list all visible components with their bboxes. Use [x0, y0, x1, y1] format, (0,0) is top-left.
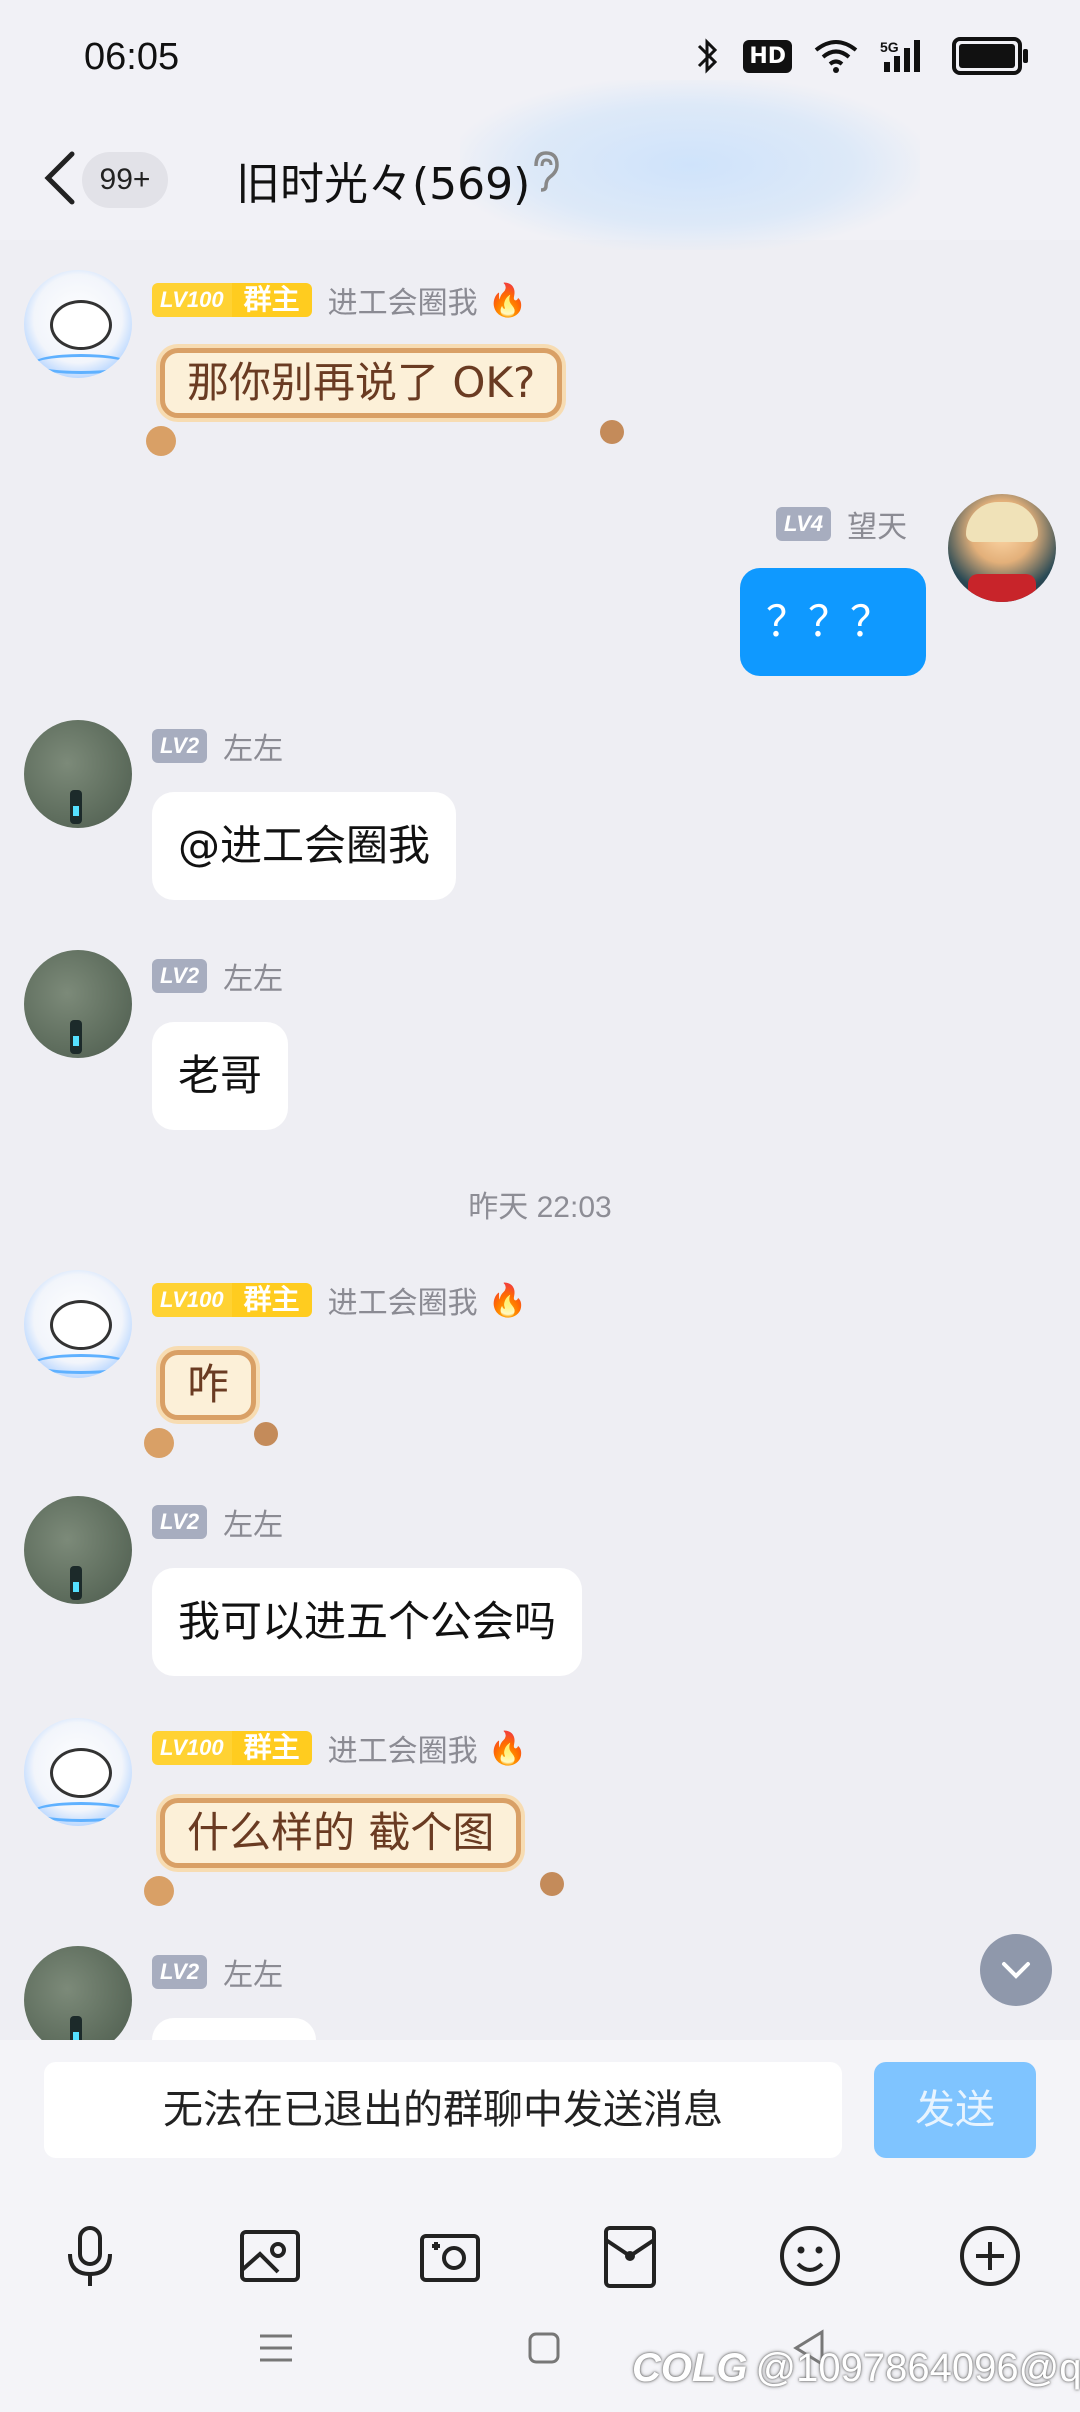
sender-meta: LV2 左左: [152, 724, 283, 768]
sender-name[interactable]: 望天: [847, 502, 907, 546]
message-bubble[interactable]: ？？？: [740, 568, 926, 676]
status-icons: HD 5G: [695, 36, 1028, 76]
level-badge: LV100: [152, 1283, 232, 1317]
sender-name[interactable]: 左左: [223, 724, 283, 768]
sender-name[interactable]: 左左: [223, 954, 283, 998]
sender-meta: LV2 左左: [152, 1500, 283, 1544]
group-title[interactable]: 旧时光々(569): [236, 148, 530, 212]
image-icon[interactable]: [234, 2220, 306, 2292]
message-bubble[interactable]: 咋: [160, 1350, 257, 1420]
back-button[interactable]: [38, 148, 82, 208]
watermark: COLG @1097864096@q: [632, 2346, 1080, 2390]
message-text: @进工会圈我: [178, 821, 431, 870]
message-bubble[interactable]: [152, 2018, 316, 2040]
emoji-icon[interactable]: [774, 2220, 846, 2292]
fire-icon: 🔥: [487, 1281, 528, 1319]
unread-badge[interactable]: 99+: [82, 152, 168, 208]
ear-icon[interactable]: [530, 150, 560, 202]
bear-decoration-icon: [540, 1872, 564, 1896]
sender-name[interactable]: 左左: [223, 1950, 283, 1994]
sender-name[interactable]: 进工会圈我: [328, 1278, 478, 1322]
chevron-down-icon: [1002, 1962, 1030, 1979]
bluetooth-icon: [695, 36, 721, 76]
avatar[interactable]: [24, 1946, 132, 2040]
avatar[interactable]: [24, 720, 132, 828]
sender-meta: LV2 左左: [152, 954, 283, 998]
avatar[interactable]: [948, 494, 1056, 602]
camera-icon[interactable]: [414, 2220, 486, 2292]
sender-name[interactable]: 进工会圈我: [328, 278, 478, 322]
bear-decoration-icon: [146, 426, 176, 456]
level-badge: LV100: [152, 1731, 232, 1765]
avatar[interactable]: [24, 1270, 132, 1378]
sender-meta: LV100 群主 进工会圈我 🔥: [152, 278, 527, 322]
send-button[interactable]: 发送: [874, 2062, 1036, 2158]
message-text: 我可以进五个公会吗: [178, 1597, 557, 1646]
message-text: 什么样的 截个图: [187, 1808, 495, 1857]
message-text: 那你别再说了 OK?: [187, 358, 536, 407]
bear-decoration-icon: [254, 1422, 278, 1446]
input-bar: 无法在已退出的群聊中发送消息 发送: [0, 2040, 1080, 2200]
fire-icon: 🔥: [487, 281, 528, 319]
level-badge: LV2: [152, 1955, 208, 1989]
avatar[interactable]: [24, 950, 132, 1058]
chat-header: 99+ 旧时光々(569): [0, 80, 1080, 250]
level-badge: LV100: [152, 283, 232, 317]
avatar[interactable]: [24, 270, 132, 378]
level-badge: LV4: [776, 507, 832, 541]
level-badge: LV2: [152, 1505, 208, 1539]
fire-icon: 🔥: [487, 1729, 528, 1767]
cellular-5g-icon: 5G: [880, 36, 930, 76]
message-text: 咋: [187, 1360, 230, 1409]
message-timestamp: 昨天 22:03: [468, 1191, 612, 1224]
level-badge: LV2: [152, 959, 208, 993]
bear-decoration-icon: [144, 1876, 174, 1906]
hd-icon: HD: [743, 36, 792, 76]
microphone-icon[interactable]: [54, 2220, 126, 2292]
wifi-icon: [814, 36, 858, 76]
plus-icon[interactable]: [954, 2220, 1026, 2292]
scroll-to-bottom-button[interactable]: [980, 1934, 1052, 2006]
message-bubble[interactable]: @进工会圈我: [152, 792, 457, 900]
message-text: ？？？: [766, 597, 893, 646]
message-input-disabled: 无法在已退出的群聊中发送消息: [44, 2062, 842, 2158]
battery-icon: [952, 36, 1028, 76]
clock: 06:05: [84, 36, 180, 78]
sender-meta: LV100 群主 进工会圈我 🔥: [152, 1726, 527, 1770]
owner-badge: 群主: [231, 283, 312, 317]
red-packet-icon[interactable]: [594, 2220, 666, 2292]
sender-name[interactable]: 左左: [223, 1500, 283, 1544]
owner-badge: 群主: [231, 1731, 312, 1765]
sender-name[interactable]: 进工会圈我: [328, 1726, 478, 1770]
svg-text:5G: 5G: [880, 39, 899, 55]
owner-badge: 群主: [231, 1283, 312, 1317]
sender-meta: LV100 群主 进工会圈我 🔥: [152, 1278, 527, 1322]
menu-icon[interactable]: [256, 2328, 296, 2368]
level-badge: LV2: [152, 729, 208, 763]
avatar[interactable]: [24, 1718, 132, 1826]
bear-decoration-icon: [600, 420, 624, 444]
chevron-left-icon: [44, 151, 75, 205]
home-icon[interactable]: [524, 2328, 564, 2368]
message-list[interactable]: LV100 群主 进工会圈我 🔥 那你别再说了 OK? LV4 望天 ？？？ L…: [0, 240, 1080, 2040]
sender-meta: LV4 望天: [776, 502, 907, 546]
bear-decoration-icon: [144, 1428, 174, 1458]
message-bubble[interactable]: 我可以进五个公会吗: [152, 1568, 583, 1676]
message-text: 老哥: [178, 1051, 263, 1100]
message-bubble[interactable]: 那你别再说了 OK?: [160, 348, 563, 418]
avatar[interactable]: [24, 1496, 132, 1604]
message-bubble[interactable]: 什么样的 截个图: [160, 1798, 522, 1868]
message-bubble[interactable]: 老哥: [152, 1022, 289, 1130]
sender-meta: LV2 左左: [152, 1950, 283, 1994]
